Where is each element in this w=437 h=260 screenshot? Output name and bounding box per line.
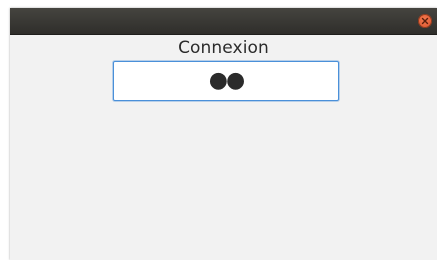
password-field[interactable]: ●● [113, 61, 339, 101]
window-content: Connexion ●● [10, 35, 437, 260]
login-window: Connexion ●● [10, 8, 437, 260]
close-button[interactable] [418, 14, 432, 28]
login-heading: Connexion [178, 38, 269, 58]
title-bar[interactable] [10, 8, 437, 35]
password-masked-value: ●● [208, 68, 245, 93]
close-icon [421, 17, 429, 25]
